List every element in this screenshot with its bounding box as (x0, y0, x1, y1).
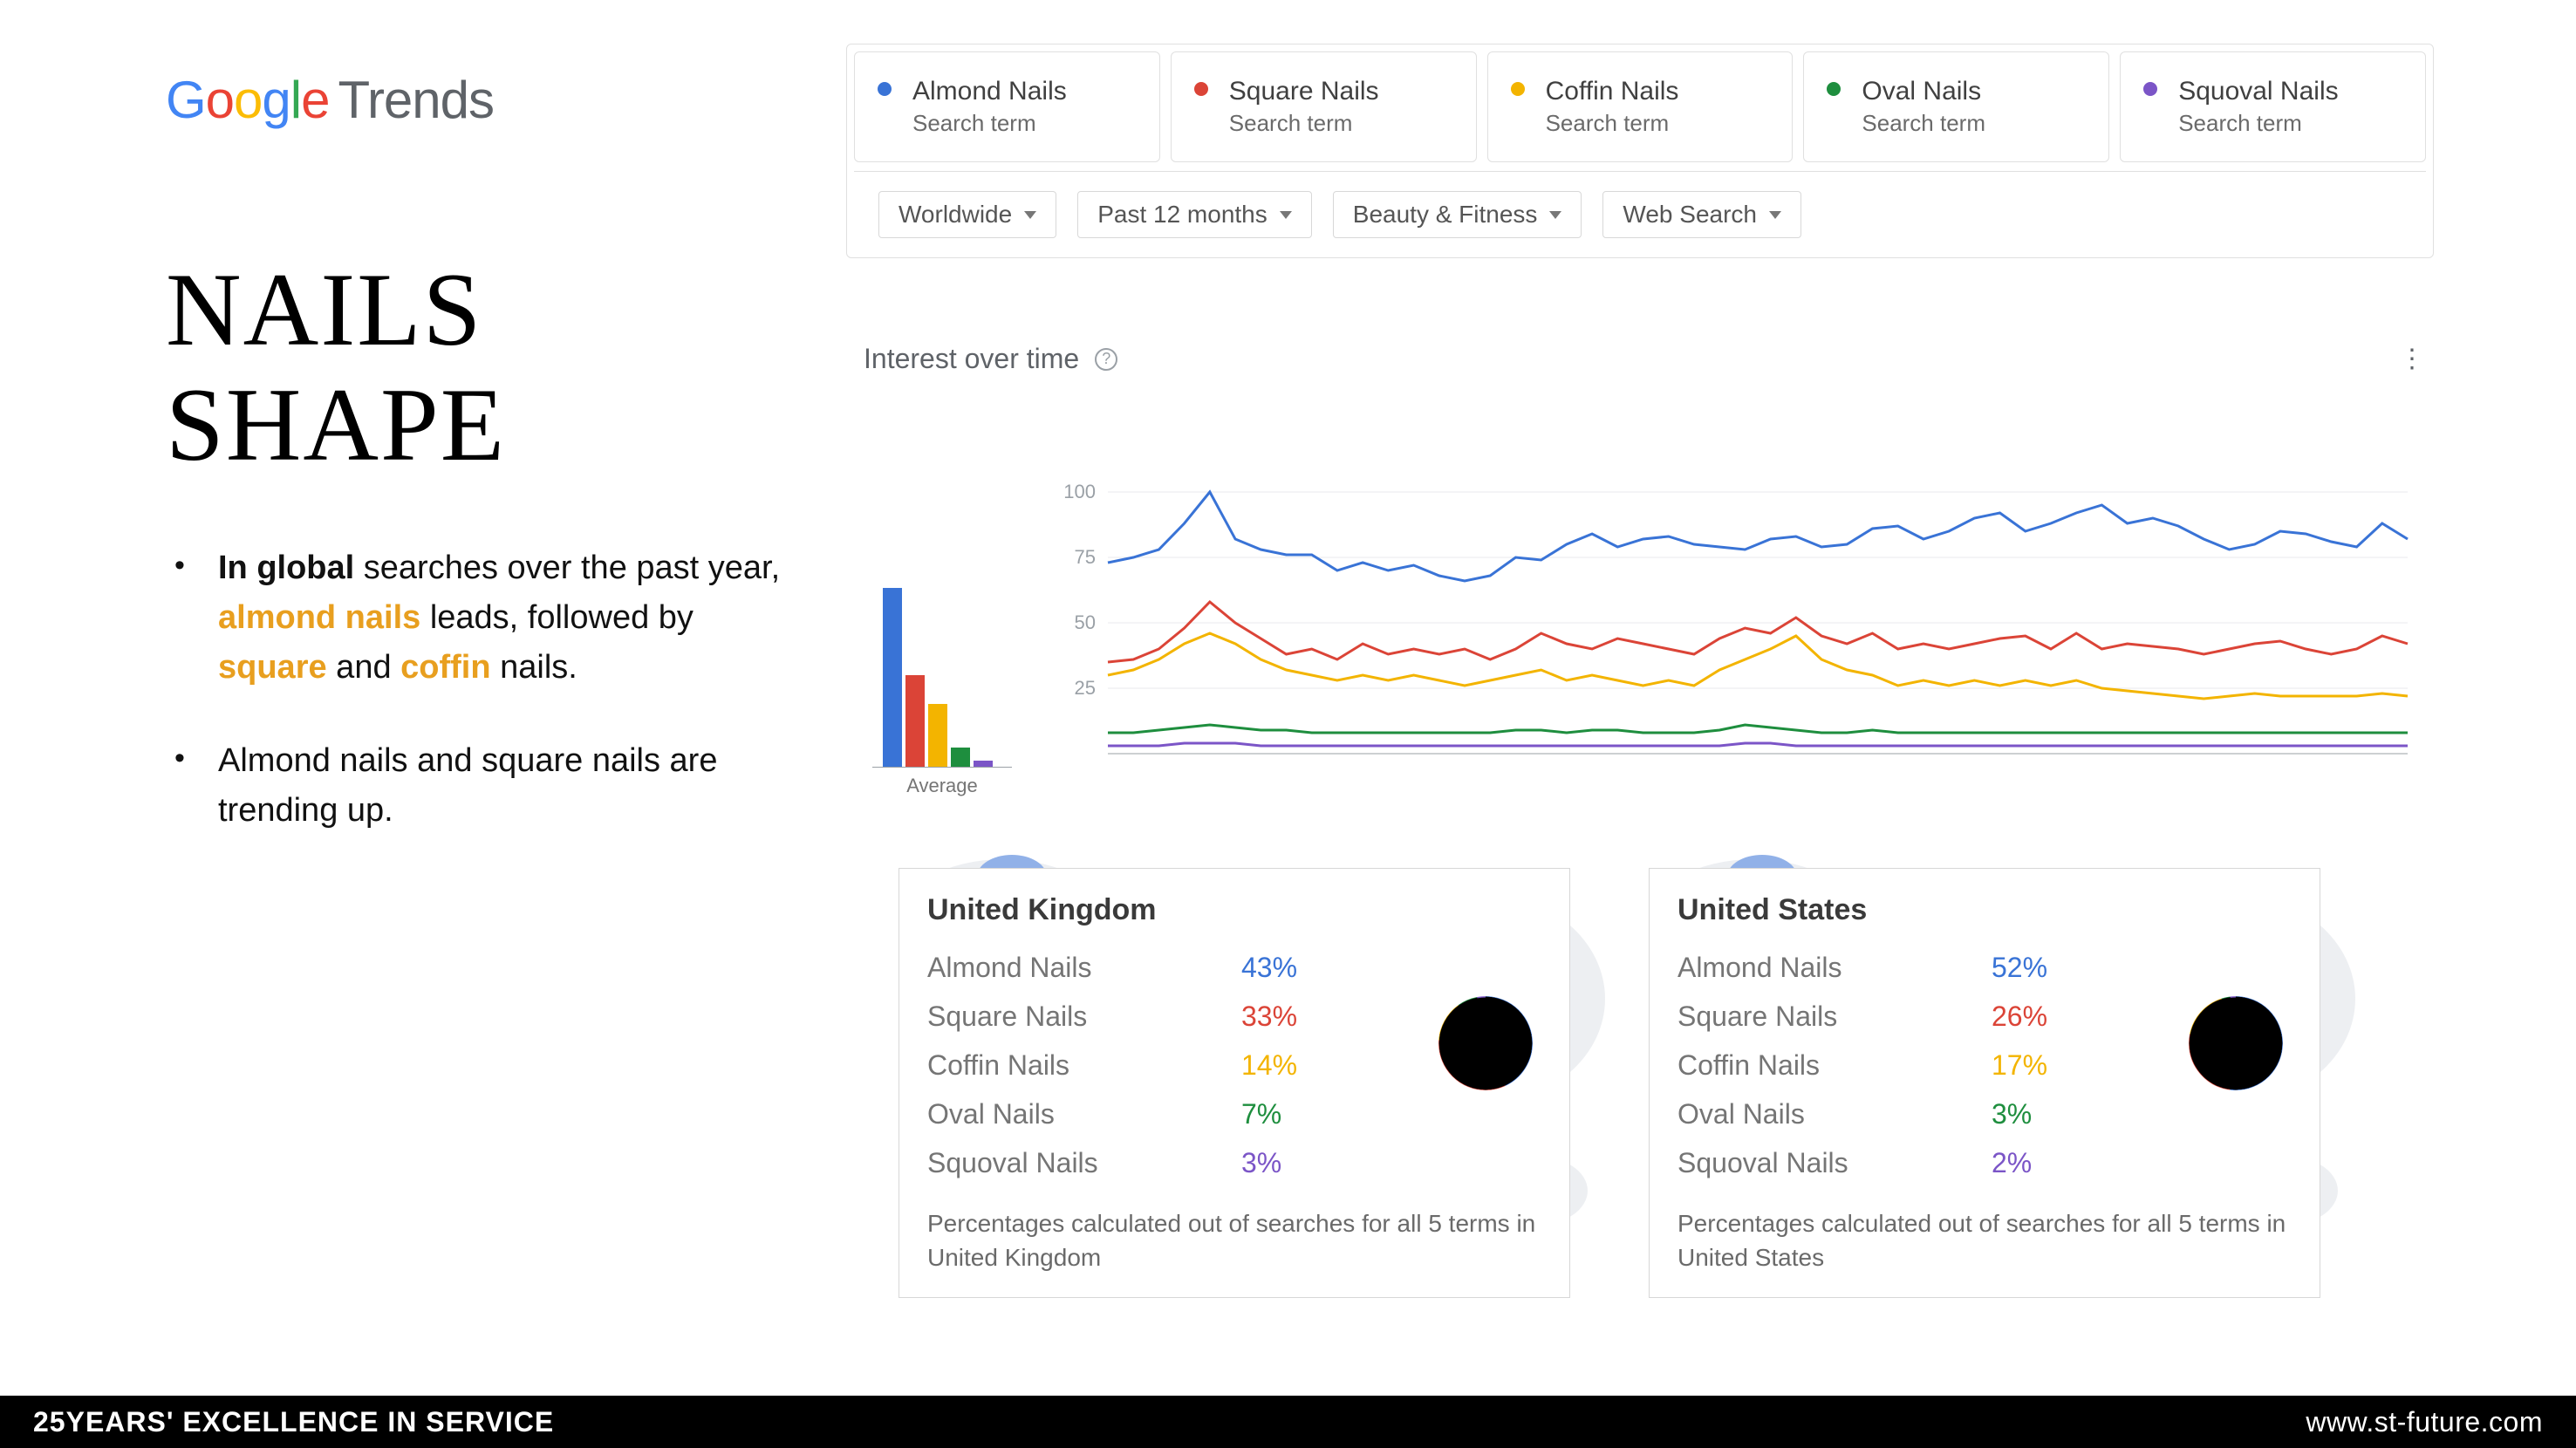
series-line (1108, 492, 2408, 581)
footer-right: www.st-future.com (2306, 1406, 2543, 1438)
interest-over-time-chart: 25 50 75 100 (1056, 483, 2416, 769)
term-subtitle: Search term (1229, 110, 1379, 137)
term-name: Square Nails (1229, 77, 1379, 106)
avg-bar (905, 675, 925, 767)
term-name: Almond Nails (912, 77, 1067, 106)
filter-time[interactable]: Past 12 months (1077, 191, 1312, 238)
trends-word: Trends (338, 71, 495, 129)
dot-icon (878, 82, 892, 96)
chevron-down-icon (1769, 211, 1781, 219)
average-bars-chart: Average (872, 541, 1012, 797)
page-title: NAILS SHAPE (166, 252, 811, 482)
terms-row: Almond Nails Search term Square Nails Se… (854, 51, 2426, 162)
left-column: GoogleTrends NAILS SHAPE In global searc… (166, 70, 811, 879)
filter-search-type[interactable]: Web Search (1602, 191, 1801, 238)
region-title: United States (1677, 893, 2292, 927)
series-line (1108, 725, 2408, 733)
term-card-square[interactable]: Square Nails Search term (1171, 51, 1477, 162)
region-note: Percentages calculated out of searches f… (1677, 1206, 2292, 1274)
google-trends-logo: GoogleTrends (166, 70, 811, 130)
region-card-uk: United Kingdom Almond Nails43%Square Nai… (899, 868, 1570, 1298)
region-note: Percentages calculated out of searches f… (927, 1206, 1541, 1274)
term-card-oval[interactable]: Oval Nails Search term (1803, 51, 2109, 162)
average-label: Average (872, 775, 1012, 797)
svg-text:100: 100 (1063, 483, 1096, 502)
bullet-1: In global searches over the past year, a… (166, 543, 811, 693)
term-name: Squoval Nails (2178, 77, 2338, 106)
more-icon[interactable]: ⋮ (2399, 354, 2425, 365)
term-subtitle: Search term (1546, 110, 1679, 137)
footer-bar: 25YEARS' EXCELLENCE IN SERVICE www.st-fu… (0, 1396, 2576, 1448)
term-subtitle: Search term (2178, 110, 2338, 137)
heading-line-1: NAILS (166, 252, 811, 367)
trends-panel: Almond Nails Search term Square Nails Se… (846, 44, 2434, 258)
region-title: United Kingdom (927, 893, 1541, 927)
svg-text:75: 75 (1075, 546, 1096, 568)
bullet-list: In global searches over the past year, a… (166, 543, 811, 836)
region-breakdown-area: United Kingdom Almond Nails43%Square Nai… (846, 824, 2434, 1348)
term-card-coffin[interactable]: Coffin Nails Search term (1487, 51, 1794, 162)
bullet-1-prefix: In global (218, 550, 354, 586)
filters-row: Worldwide Past 12 months Beauty & Fitnes… (854, 171, 2426, 257)
series-line (1108, 743, 2408, 746)
term-card-almond[interactable]: Almond Nails Search term (854, 51, 1160, 162)
avg-bar (883, 588, 902, 767)
avg-bar (928, 704, 947, 768)
avg-bar (974, 761, 993, 768)
term-subtitle: Search term (1862, 110, 1985, 137)
chevron-down-icon (1024, 211, 1036, 219)
dot-icon (1827, 82, 1841, 96)
term-name: Oval Nails (1862, 77, 1985, 106)
dot-icon (2143, 82, 2157, 96)
donut-chart (1425, 982, 1547, 1104)
term-subtitle: Search term (912, 110, 1067, 137)
filter-region[interactable]: Worldwide (878, 191, 1056, 238)
term-card-squoval[interactable]: Squoval Nails Search term (2120, 51, 2426, 162)
section-header: Interest over time ? ⋮ (864, 343, 2425, 375)
svg-text:25: 25 (1075, 677, 1096, 699)
term-name: Coffin Nails (1546, 77, 1679, 106)
svg-text:50: 50 (1075, 611, 1096, 633)
section-title: Interest over time ? (864, 343, 1117, 375)
chevron-down-icon (1280, 211, 1292, 219)
dot-icon (1194, 82, 1208, 96)
footer-left: 25YEARS' EXCELLENCE IN SERVICE (33, 1406, 554, 1438)
region-row: Squoval Nails2% (1677, 1138, 2292, 1187)
series-line (1108, 633, 2408, 699)
bullet-2: Almond nails and square nails are trendi… (166, 736, 811, 836)
heading-line-2: SHAPE (166, 367, 811, 482)
donut-chart (2175, 982, 2297, 1104)
chevron-down-icon (1549, 211, 1561, 219)
avg-bar (951, 748, 970, 768)
help-icon[interactable]: ? (1095, 348, 1117, 371)
region-row: Squoval Nails3% (927, 1138, 1541, 1187)
region-card-us: United States Almond Nails52%Square Nail… (1649, 868, 2320, 1298)
dot-icon (1511, 82, 1525, 96)
filter-category[interactable]: Beauty & Fitness (1333, 191, 1582, 238)
